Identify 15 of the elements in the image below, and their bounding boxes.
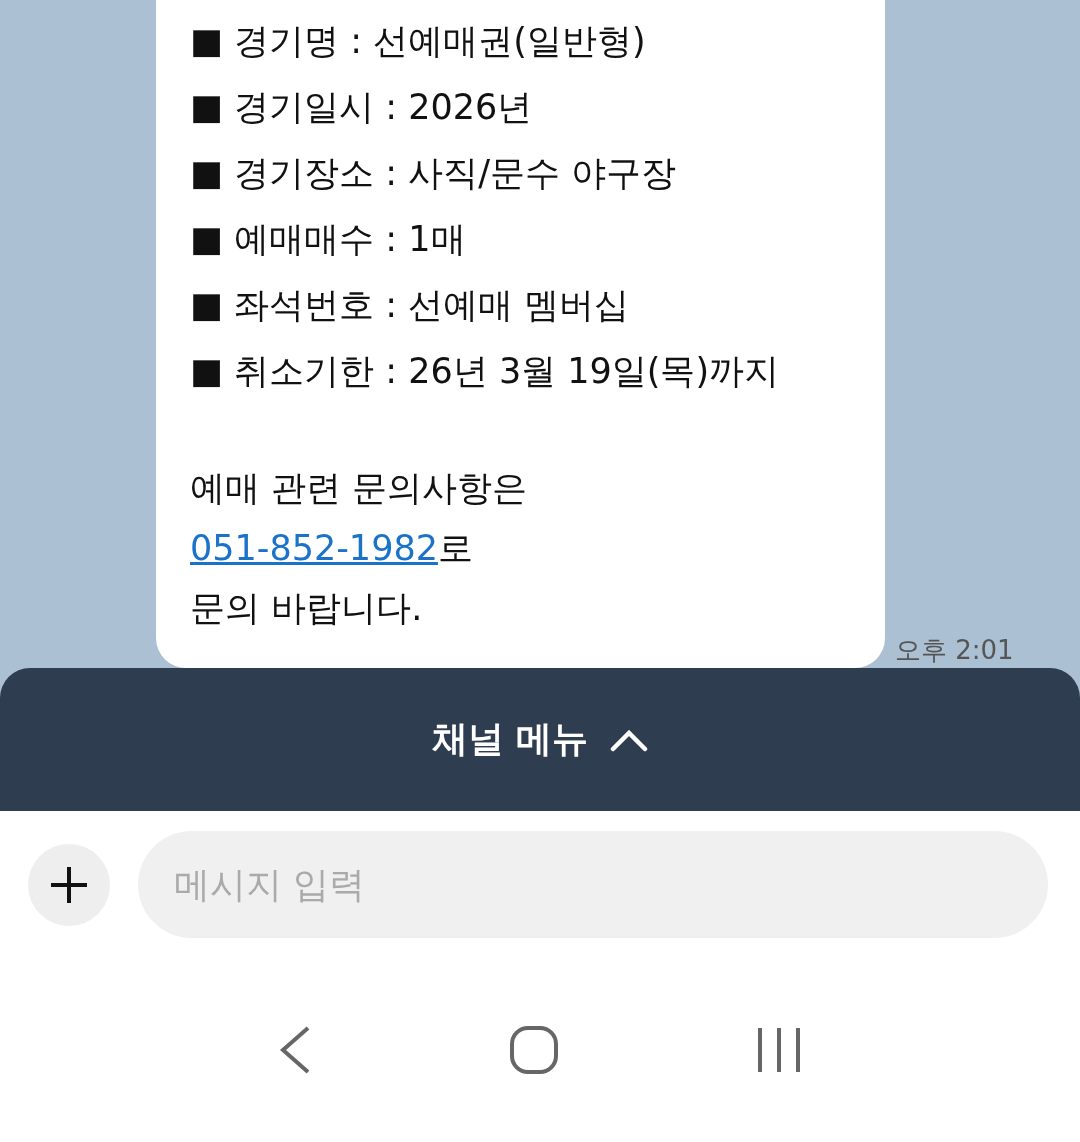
phone-link[interactable]: 051-852-1982: [190, 528, 438, 568]
recent-apps-icon[interactable]: [755, 1026, 802, 1074]
channel-menu-button[interactable]: 채널 메뉴: [0, 668, 1080, 811]
message-line: ■ 경기일시 : 2026년: [190, 86, 534, 129]
plus-icon: [49, 864, 89, 905]
message-line: ■ 경기장소 : 사직/문수 야구장: [190, 152, 678, 195]
home-icon[interactable]: [509, 1025, 559, 1075]
contact-text: 예매 관련 문의사항은 051-852-1982로 문의 바랍니다.: [190, 467, 529, 630]
message-input[interactable]: 메시지 입력: [138, 831, 1048, 938]
message-line: ■ 좌석번호 : 선예매 멤버십: [190, 284, 631, 327]
message-line: ■ 예매매수 : 1매: [190, 218, 467, 261]
message-line: ■ 경기명 : 선예매권(일반형): [190, 20, 647, 63]
message-line: ■ 취소기한 : 26년 3월 19일(목)까지: [190, 350, 781, 393]
message-time: 오후 2:01: [895, 634, 1014, 667]
chevron-up-icon: [610, 727, 649, 752]
